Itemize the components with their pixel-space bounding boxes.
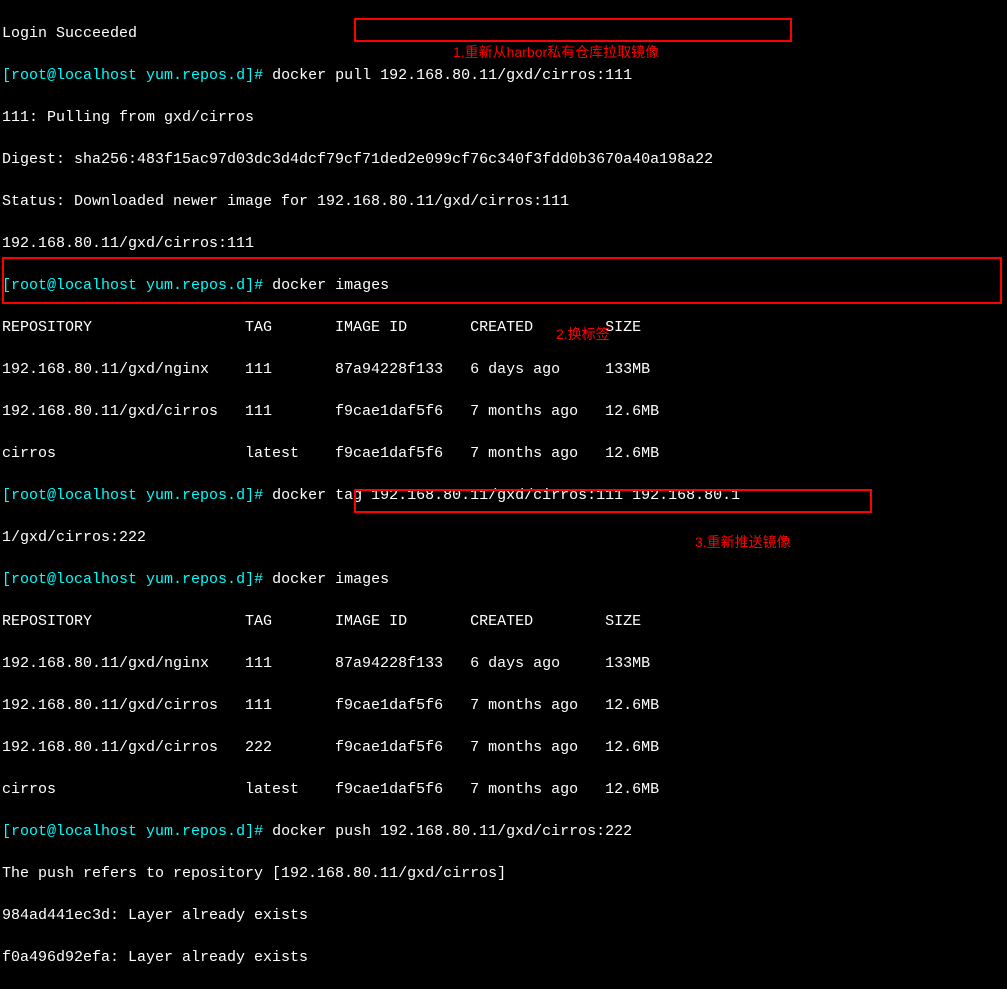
annotation-3: 3.重新推送镜像	[695, 533, 791, 553]
output-line: 984ad441ec3d: Layer already exists	[2, 905, 1005, 926]
command-text: docker pull 192.168.80.11/gxd/cirros:111	[272, 67, 632, 84]
prompt-bracket: [	[2, 67, 11, 84]
prompt-bracket: [	[2, 823, 11, 840]
prompt-bracket-close: ]#	[245, 277, 272, 294]
prompt-line: [root@localhost yum.repos.d]# docker ima…	[2, 275, 1005, 296]
prompt-bracket: [	[2, 571, 11, 588]
table-row: cirros latest f9cae1daf5f6 7 months ago …	[2, 443, 1005, 464]
table-row: cirros latest f9cae1daf5f6 7 months ago …	[2, 779, 1005, 800]
command-text: docker push 192.168.80.11/gxd/cirros:222	[272, 823, 632, 840]
prompt-line: [root@localhost yum.repos.d]# docker tag…	[2, 485, 1005, 506]
output-line: Login Succeeded	[2, 23, 1005, 44]
table-row: 192.168.80.11/gxd/cirros 111 f9cae1daf5f…	[2, 695, 1005, 716]
output-line: Status: Downloaded newer image for 192.1…	[2, 191, 1005, 212]
table-header: REPOSITORY TAG IMAGE ID CREATED SIZE	[2, 611, 1005, 632]
prompt-user-host: root@localhost	[11, 67, 137, 84]
output-line: Digest: sha256:483f15ac97d03dc3d4dcf79cf…	[2, 149, 1005, 170]
table-row: 192.168.80.11/gxd/cirros 222 f9cae1daf5f…	[2, 737, 1005, 758]
output-line: 111: Pulling from gxd/cirros	[2, 107, 1005, 128]
prompt-path: yum.repos.d	[137, 487, 245, 504]
output-line: f0a496d92efa: Layer already exists	[2, 947, 1005, 968]
prompt-bracket: [	[2, 487, 11, 504]
prompt-user-host: root@localhost	[11, 571, 137, 588]
prompt-bracket-close: ]#	[245, 571, 272, 588]
table-row: 192.168.80.11/gxd/nginx 111 87a94228f133…	[2, 359, 1005, 380]
prompt-user-host: root@localhost	[11, 487, 137, 504]
prompt-line: [root@localhost yum.repos.d]# docker ima…	[2, 569, 1005, 590]
table-row: 192.168.80.11/gxd/cirros 111 f9cae1daf5f…	[2, 401, 1005, 422]
prompt-bracket-close: ]#	[245, 67, 272, 84]
output-line: The push refers to repository [192.168.8…	[2, 863, 1005, 884]
prompt-bracket-close: ]#	[245, 487, 272, 504]
prompt-bracket-close: ]#	[245, 823, 272, 840]
annotation-1: 1.重新从harbor私有仓库拉取镜像	[453, 43, 659, 63]
output-line: 1/gxd/cirros:222	[2, 527, 1005, 548]
annotation-2: 2.换标签	[556, 325, 610, 345]
command-text: docker tag 192.168.80.11/gxd/cirros:111 …	[272, 487, 740, 504]
prompt-line: [root@localhost yum.repos.d]# docker pus…	[2, 821, 1005, 842]
prompt-bracket: [	[2, 277, 11, 294]
prompt-path: yum.repos.d	[137, 67, 245, 84]
prompt-path: yum.repos.d	[137, 823, 245, 840]
prompt-user-host: root@localhost	[11, 823, 137, 840]
prompt-line: [root@localhost yum.repos.d]# docker pul…	[2, 65, 1005, 86]
table-header: REPOSITORY TAG IMAGE ID CREATED SIZE	[2, 317, 1005, 338]
output-line: 192.168.80.11/gxd/cirros:111	[2, 233, 1005, 254]
command-text: docker images	[272, 571, 389, 588]
prompt-path: yum.repos.d	[137, 571, 245, 588]
prompt-path: yum.repos.d	[137, 277, 245, 294]
terminal-output[interactable]: Login Succeeded [root@localhost yum.repo…	[2, 2, 1005, 989]
command-text: docker images	[272, 277, 389, 294]
prompt-user-host: root@localhost	[11, 277, 137, 294]
table-row: 192.168.80.11/gxd/nginx 111 87a94228f133…	[2, 653, 1005, 674]
